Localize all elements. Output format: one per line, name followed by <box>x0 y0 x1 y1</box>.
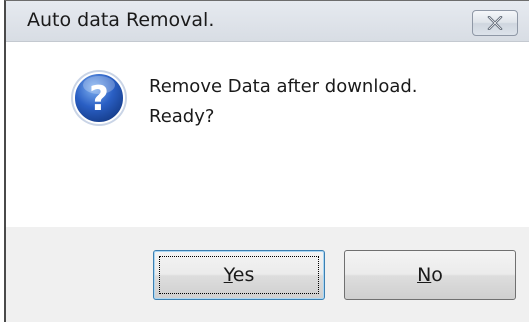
no-label-rest: o <box>431 264 443 286</box>
no-button-label: No <box>417 264 443 286</box>
dialog-title: Auto data Removal. <box>27 9 215 31</box>
message-line-1: Remove Data after download. <box>149 76 418 97</box>
message-line-2: Ready? <box>149 106 215 127</box>
no-mnemonic: N <box>417 264 432 286</box>
dialog-window: Auto data Removal. ? Remove Data after d… <box>4 0 529 322</box>
close-icon <box>487 16 503 30</box>
close-button[interactable] <box>472 10 518 36</box>
title-bar[interactable]: Auto data Removal. <box>6 1 529 42</box>
no-button[interactable]: No <box>344 250 516 300</box>
svg-text:?: ? <box>89 79 109 119</box>
dialog-message: Remove Data after download. Ready? <box>149 72 418 132</box>
question-icon: ? <box>71 70 127 126</box>
yes-button[interactable]: Yes <box>153 250 325 300</box>
yes-label-rest: es <box>232 264 255 286</box>
yes-mnemonic: Y <box>223 264 233 286</box>
yes-button-label: Yes <box>224 264 255 286</box>
